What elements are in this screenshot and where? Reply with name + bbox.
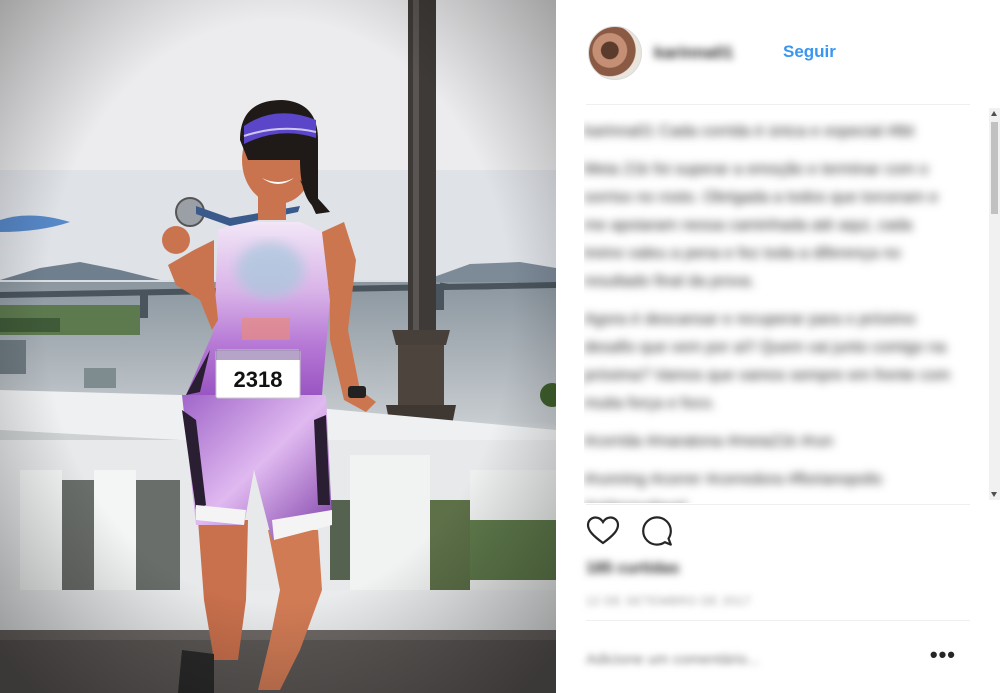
likes-count[interactable]: 185 curtidas: [586, 560, 679, 578]
post-photo[interactable]: 2318: [0, 0, 556, 693]
like-button[interactable]: [586, 514, 620, 548]
caption-paragraph: #running #correr #corredora #florianopol…: [584, 471, 882, 503]
more-options-icon[interactable]: •••: [930, 642, 956, 668]
scroll-down-icon[interactable]: [991, 492, 997, 497]
footer-divider: [586, 620, 970, 621]
caption-paragraph: #corrida #maratona #meia21k #run: [584, 433, 834, 450]
caption-paragraph: Meia 21k foi superar a emoção e terminar…: [584, 161, 938, 290]
post-details-panel: karinna01 Seguir karinna01 Cada corrida …: [556, 0, 1000, 693]
caption-area[interactable]: karinna01 Cada corrida é única e especia…: [584, 118, 984, 503]
caption-scrollbar[interactable]: [989, 108, 1000, 500]
caption-paragraph: karinna01 Cada corrida é única e especia…: [584, 123, 914, 140]
avatar[interactable]: [588, 26, 642, 80]
caption-divider: [586, 504, 970, 505]
heart-icon: [586, 516, 620, 545]
photo-scene: 2318: [0, 0, 556, 693]
scroll-thumb[interactable]: [991, 122, 998, 214]
comment-icon: [642, 516, 672, 546]
header-divider: [586, 104, 970, 105]
caption-paragraph: Agora é descansar e recuperar para o pró…: [584, 311, 951, 412]
caption-text: karinna01 Cada corrida é única e especia…: [584, 118, 954, 503]
comment-box: •••: [586, 634, 970, 684]
scroll-up-icon[interactable]: [991, 111, 997, 116]
username[interactable]: karinna01: [654, 43, 733, 63]
comment-button[interactable]: [640, 514, 674, 548]
comment-input[interactable]: [586, 644, 926, 674]
post-header: karinna01 Seguir: [586, 24, 970, 82]
post-timestamp: 12 DE SETEMBRO DE 2017: [586, 594, 752, 608]
follow-button[interactable]: Seguir: [783, 42, 836, 62]
